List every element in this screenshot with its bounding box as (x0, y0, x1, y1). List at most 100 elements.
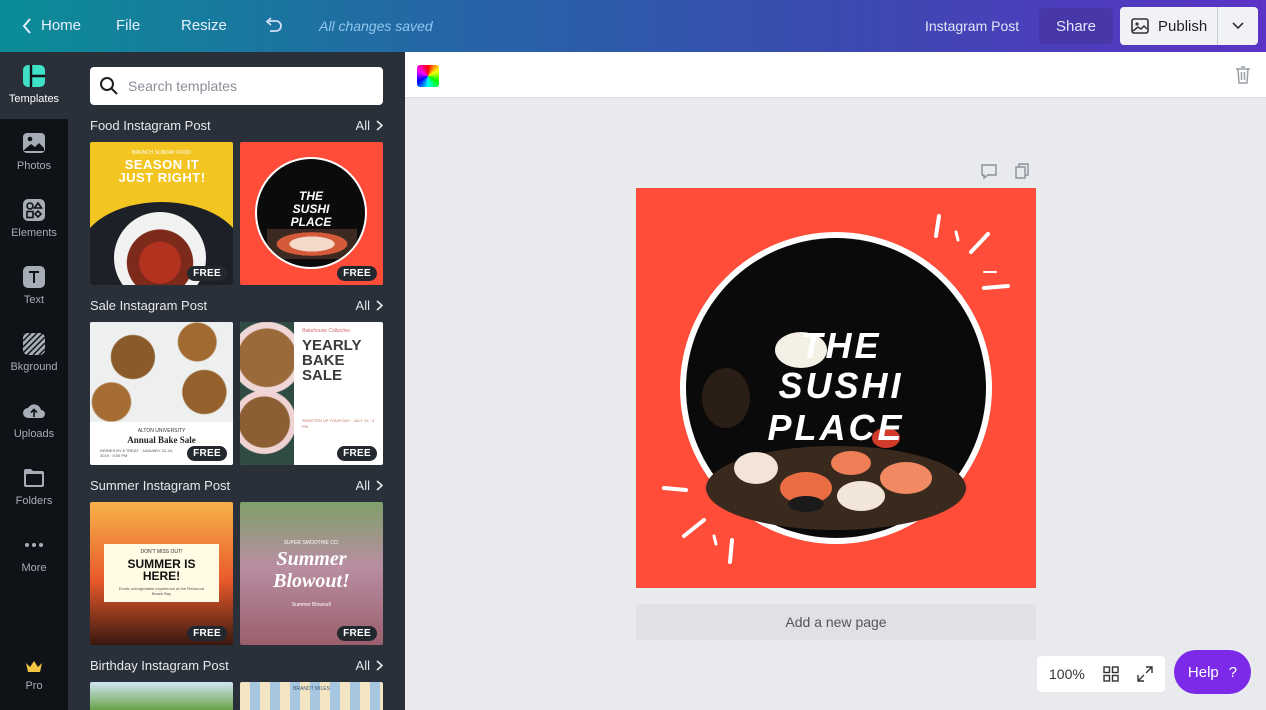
grid-view-icon[interactable] (1103, 666, 1119, 682)
top-bar: Home File Resize All changes saved Insta… (0, 0, 1266, 52)
thumb-small-text: SUPER SMOOTHIE CO. (283, 540, 340, 546)
thumb-small-text: DON'T MISS OUT! (140, 549, 183, 555)
uploads-icon (23, 404, 45, 418)
rail-item-templates[interactable]: Templates (0, 52, 68, 119)
help-label: Help (1187, 663, 1219, 681)
search-box[interactable] (90, 67, 383, 105)
resize-button[interactable]: Resize (181, 17, 227, 34)
zoom-level[interactable]: 100% (1049, 666, 1085, 682)
home-button[interactable]: Home (41, 17, 81, 34)
rail-item-more[interactable]: More (0, 521, 68, 588)
share-button[interactable]: Share (1039, 8, 1113, 44)
rail-item-pro[interactable]: Pro (0, 643, 68, 710)
chevron-down-icon (1232, 22, 1244, 30)
publish-dropdown-button[interactable] (1218, 7, 1258, 45)
undo-icon[interactable] (262, 15, 284, 37)
rail-label: Pro (25, 680, 43, 692)
design-title-line-2: SUSHI (778, 365, 903, 406)
image-icon (1131, 18, 1149, 34)
elements-icon (23, 199, 45, 221)
editor-workspace: THE SUSHI PLACE Add a new page 100% Help… (405, 52, 1266, 710)
save-status-text: All changes saved (319, 18, 433, 34)
design-canvas[interactable]: THE SUSHI PLACE (636, 188, 1036, 588)
thumb-title: SEASON IT JUST RIGHT! (118, 157, 206, 185)
template-thumb-summer-is-here[interactable]: DON'T MISS OUT! SUMMER IS HERE! Exotic u… (90, 502, 233, 645)
publish-label: Publish (1158, 17, 1208, 35)
side-nav-rail: Templates Photos Elements Text Bkground … (0, 52, 68, 710)
thumb-title: SUMMER IS HERE! (127, 557, 196, 583)
editor-toolbar (405, 52, 1266, 98)
duplicate-page-icon[interactable] (1015, 163, 1029, 179)
publish-button-group: Publish (1120, 7, 1258, 45)
color-picker-button[interactable] (417, 65, 439, 87)
rail-label: More (21, 562, 47, 574)
see-all-label: All (355, 117, 370, 133)
chevron-right-icon (376, 119, 383, 131)
cookies-column-image (240, 322, 294, 465)
rail-label: Bkground (10, 361, 58, 373)
crown-icon (26, 661, 42, 672)
folders-icon (24, 469, 44, 487)
free-badge: FREE (337, 626, 377, 641)
thumb-title: Summer Blowout! (273, 548, 350, 592)
comment-icon[interactable] (981, 164, 997, 180)
free-badge: FREE (187, 626, 227, 641)
rail-label: Elements (11, 227, 57, 239)
thumb-sub-text: SWEETEN UP YOUR DAY · JULY 12 · 3 PM (302, 418, 375, 429)
see-all-link[interactable]: All (356, 118, 383, 133)
thumb-sub-text: Exotic unforgettable experience at the R… (118, 586, 205, 596)
thumb-sub-text: Summer Blowout! (291, 602, 332, 608)
template-thumb-birthday-2[interactable]: BRANDT MILES (240, 682, 383, 710)
template-thumb-annual-bake[interactable]: ALTON UNIVERSITY Annual Bake Sale DRINKS… (90, 322, 233, 465)
template-thumb-summer-blowout[interactable]: SUPER SMOOTHIE CO. Summer Blowout! Summe… (240, 502, 383, 645)
fullscreen-icon[interactable] (1137, 666, 1153, 682)
search-input[interactable] (128, 78, 368, 94)
file-menu-button[interactable]: File (116, 17, 140, 34)
thumb-small-text: ALTON UNIVERSITY (137, 428, 186, 434)
section-header-birthday: Birthday Instagram Post All (90, 656, 383, 674)
zoom-controls: 100% (1037, 656, 1165, 692)
rail-label: Text (23, 294, 45, 306)
see-all-link[interactable]: All (356, 658, 383, 673)
template-thumb-sushi[interactable]: THE SUSHI PLACE FREE (240, 142, 383, 285)
rail-item-photos[interactable]: Photos (0, 119, 68, 186)
cookies-image (90, 322, 233, 422)
trash-icon[interactable] (1234, 65, 1252, 85)
see-all-label: All (355, 657, 370, 673)
background-icon (22, 332, 46, 356)
free-badge: FREE (187, 446, 227, 461)
publish-button[interactable]: Publish (1120, 7, 1218, 45)
thumb-small-text: BRUNCH SUNDAY FOOD (132, 150, 191, 156)
rail-item-background[interactable]: Bkground (0, 320, 68, 387)
free-badge: FREE (337, 446, 377, 461)
help-button[interactable]: Help ? (1174, 650, 1251, 694)
thumb-title: YEARLY BAKE SALE (302, 337, 362, 384)
more-icon (25, 543, 43, 547)
add-new-page-button[interactable]: Add a new page (636, 604, 1036, 640)
rail-item-text[interactable]: Text (0, 253, 68, 320)
rail-item-uploads[interactable]: Uploads (0, 387, 68, 454)
chevron-left-icon[interactable] (20, 16, 34, 36)
document-type-label[interactable]: Instagram Post (925, 18, 1019, 34)
free-badge: FREE (187, 266, 227, 281)
section-title: Summer Instagram Post (90, 477, 231, 493)
rail-label: Photos (16, 160, 52, 172)
template-thumb-birthday-1[interactable] (90, 682, 233, 710)
template-thumb-season[interactable]: BRUNCH SUNDAY FOOD SEASON IT JUST RIGHT!… (90, 142, 233, 285)
template-thumb-yearly-bake[interactable]: Bakehouse Collective YEARLY BAKE SALE SW… (240, 322, 383, 465)
see-all-link[interactable]: All (356, 298, 383, 313)
rail-item-elements[interactable]: Elements (0, 186, 68, 253)
see-all-link[interactable]: All (356, 478, 383, 493)
rail-item-folders[interactable]: Folders (0, 454, 68, 521)
thumb-small-text: BRANDT MILES (293, 686, 330, 692)
see-all-label: All (355, 477, 370, 493)
rail-label: Templates (8, 93, 60, 105)
thumb-small-text: Bakehouse Collective (302, 328, 351, 334)
section-header-sale: Sale Instagram Post All (90, 296, 383, 314)
design-title-line-3: PLACE (767, 407, 904, 448)
thumb-sub-text: DRINKS BY A TREAT · JANUARY 22-24, 2019 … (100, 448, 174, 458)
sushi-design: THE SUSHI PLACE (662, 214, 1010, 564)
thumb-title: Annual Bake Sale (127, 435, 196, 445)
page-tools (981, 163, 1029, 180)
chevron-right-icon (376, 479, 383, 491)
